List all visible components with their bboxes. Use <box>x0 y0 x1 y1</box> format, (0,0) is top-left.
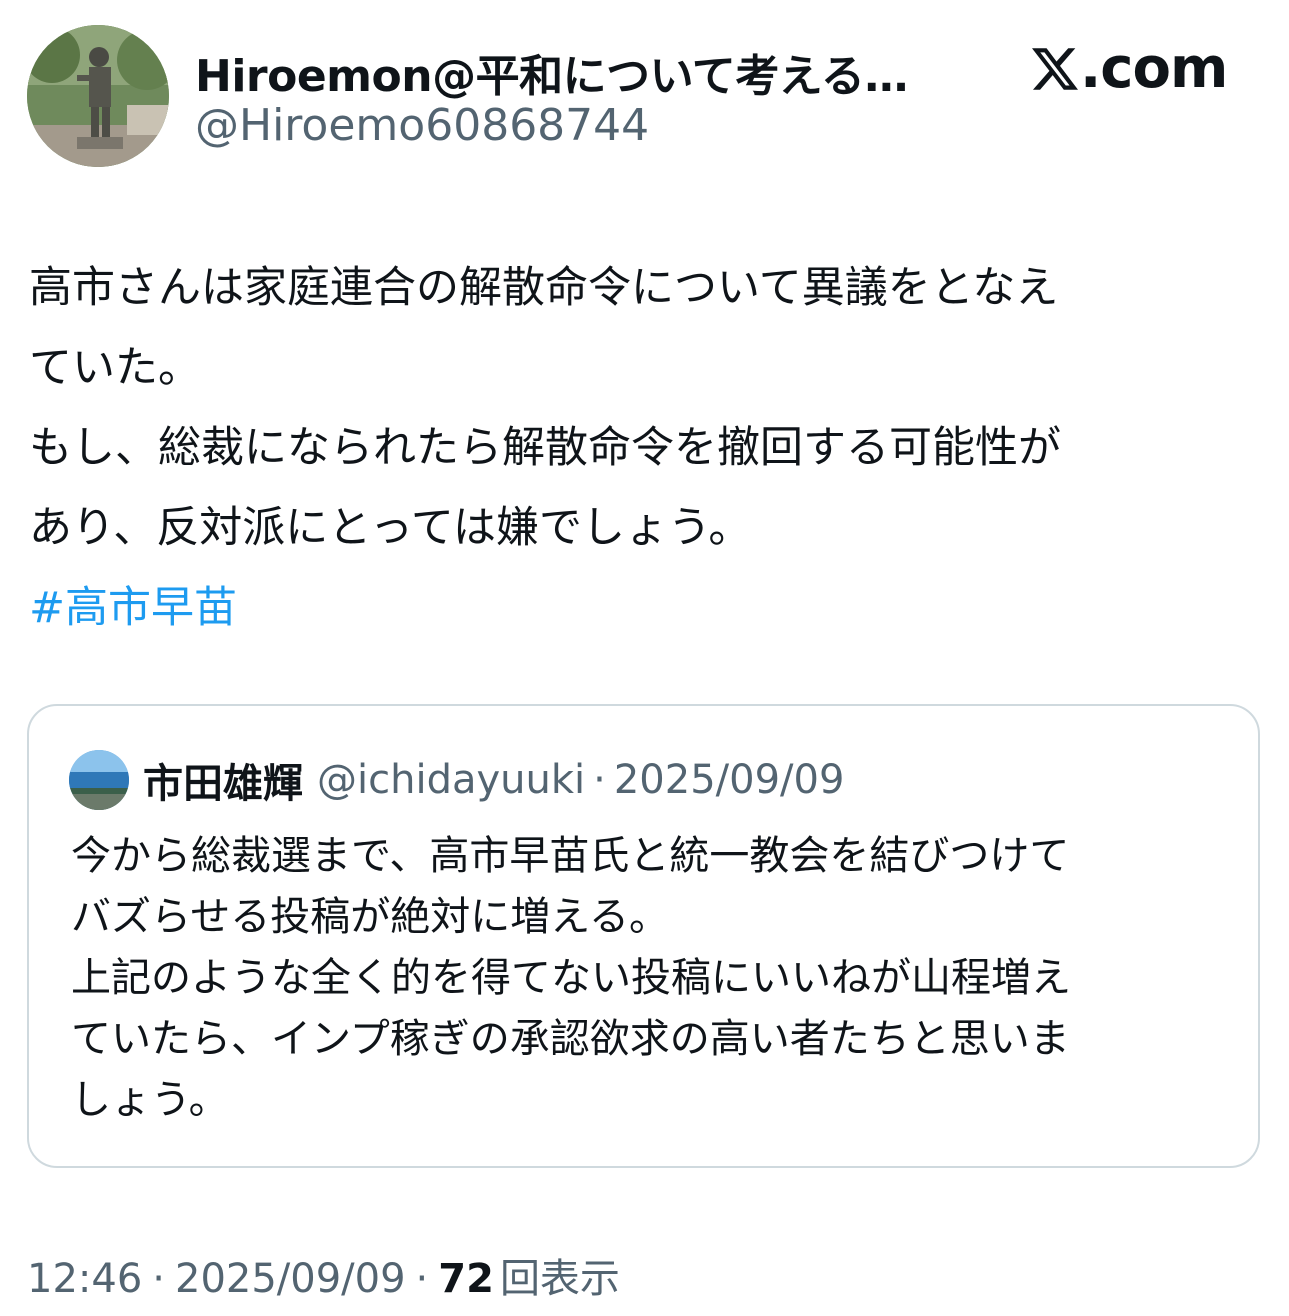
quoted-text-line: バズらせる投稿が絶対に増える。 <box>71 894 669 940</box>
quoted-author-name[interactable]: 市田雄輝 <box>143 751 303 809</box>
tweet-text-line: 高市さんは家庭連合の解散命令について異議をとなえ <box>29 263 1059 313</box>
quoted-tweet-header: 市田雄輝 @ichidayuuki · 2025/09/09 <box>69 750 844 810</box>
quoted-text-line: ていたら、インプ稼ぎの承認欲求の高い者たちと思いま <box>71 1016 1070 1062</box>
quoted-tweet-card[interactable]: 市田雄輝 @ichidayuuki · 2025/09/09 今から総裁選まで、… <box>27 704 1260 1168</box>
views-count: 72 <box>438 1256 494 1302</box>
author-handle[interactable]: @Hiroemo60868744 <box>195 100 649 151</box>
x-logo-suffix: .com <box>1080 36 1228 101</box>
tweet-time[interactable]: 12:46 <box>27 1256 142 1302</box>
tweet-header: Hiroemon@平和について考える… @Hiroemo60868744 .co… <box>0 0 1289 190</box>
quoted-tweet-text: 今から総裁選まで、高市早苗氏と統一教会を結びつけて バズらせる投稿が絶対に増える… <box>71 826 1241 1131</box>
x-logo: .com <box>1032 36 1228 101</box>
separator-dot: · <box>152 1256 165 1302</box>
tweet-text: 高市さんは家庭連合の解散命令について異議をとなえ ていた。 もし、総裁になられた… <box>29 248 1249 648</box>
tweet-meta: 12:46 · 2025/09/09 · 72 回表示 <box>27 1246 620 1304</box>
quoted-text-line: 今から総裁選まで、高市早苗氏と統一教会を結びつけて <box>71 833 1070 879</box>
tweet-text-line: ていた。 <box>29 343 201 393</box>
quoted-tweet-date[interactable]: 2025/09/09 <box>614 757 845 803</box>
author-display-name[interactable]: Hiroemon@平和について考える… <box>195 40 908 104</box>
x-logo-icon <box>1032 47 1078 90</box>
quoted-author-avatar[interactable] <box>69 750 129 810</box>
sea-photo-icon <box>69 750 129 810</box>
author-avatar[interactable] <box>27 25 169 167</box>
quoted-text-line: 上記のような全く的を得てない投稿にいいねが山程増え <box>71 955 1071 1001</box>
tweet-date[interactable]: 2025/09/09 <box>175 1256 406 1302</box>
quoted-text-line: しょう。 <box>71 1077 229 1123</box>
hashtag-link[interactable]: #高市早苗 <box>29 583 237 633</box>
statue-photo-icon <box>27 25 169 167</box>
tweet-text-line: あり、反対派にとっては嫌でしょう。 <box>29 503 752 553</box>
quoted-author-handle[interactable]: @ichidayuuki <box>317 757 585 803</box>
separator-dot: · <box>415 1256 429 1302</box>
tweet-text-line: もし、総裁になられたら解散命令を撤回する可能性が <box>29 423 1061 473</box>
separator-dot: · <box>593 757 606 803</box>
views-label: 回表示 <box>499 1256 620 1302</box>
